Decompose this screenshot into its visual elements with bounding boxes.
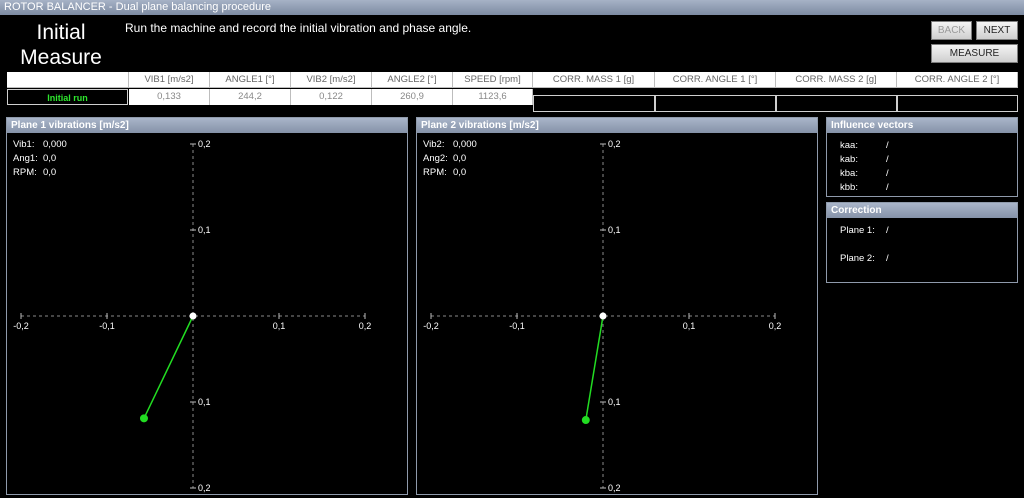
correction-row-plane2: Plane 2: / <box>840 253 889 264</box>
plane1-panel: Plane 1 vibrations [m/s2] -0,2 -0,1 0,1 0,2… <box>6 117 408 495</box>
plane1-vector-endpoint <box>139 414 148 423</box>
header-speed: SPEED [rpm] <box>453 72 533 88</box>
plane2-x-tick-label: 0,1 <box>683 321 696 331</box>
window-titlebar: ROTOR BALANCER - Dual plane balancing pr… <box>0 0 1024 15</box>
header-corr-angle2: CORR. ANGLE 2 [°] <box>897 72 1018 88</box>
plane1-readout-ang: Ang1: 0,0 <box>13 153 57 164</box>
plane1-title: Plane 1 vibrations [m/s2] <box>7 118 407 133</box>
step-title-line1: Initial <box>36 21 86 44</box>
correction-title: Correction <box>827 203 1017 218</box>
correction-panel: Correction Plane 1: / Plane 2: / <box>826 202 1018 283</box>
plane2-readout: Vib2: 0,000 Ang2: 0,0 RPM: 0,0 <box>423 138 477 180</box>
step-title-line2: Measure <box>20 46 102 69</box>
plane1-y-tick-label: 0,2 <box>198 139 211 149</box>
header-corr-mass2: CORR. MASS 2 [g] <box>776 72 897 88</box>
correction-row-plane1: Plane 1: / <box>840 225 889 236</box>
next-button[interactable]: NEXT <box>976 21 1018 40</box>
plane2-y-tick-label: 0,1 <box>608 225 621 235</box>
plane1-x-tick-label: 0,1 <box>273 321 286 331</box>
influence-panel: Influence vectors kaa: / kab: / kba: / kbb:… <box>826 117 1018 197</box>
plane1-x-tick-label: -0,1 <box>99 321 115 331</box>
row-label-initial-run: Initial run <box>7 89 128 105</box>
plane1-vibration-vector <box>143 315 194 419</box>
plane1-readout: Vib1: 0,000 Ang1: 0,0 RPM: 0,0 <box>13 138 67 180</box>
influence-row-kab: kab: / <box>840 154 889 165</box>
header-vib1: VIB1 [m/s2] <box>129 72 210 88</box>
measure-button[interactable]: MEASURE <box>931 44 1018 63</box>
plane2-polar-plot: -0,2 -0,1 0,1 0,2 0,2 0,1 0,1 0,2 <box>423 139 782 493</box>
plane1-x-tick-label: 0,2 <box>359 321 372 331</box>
plane2-readout-ang: Ang2: 0,0 <box>423 153 467 164</box>
step-title: Initial Measure <box>8 20 114 70</box>
cell-corr-angle2 <box>897 95 1018 112</box>
cell-corr-mass2 <box>776 95 897 112</box>
plane1-polar-plot: -0,2 -0,1 0,1 0,2 0,2 0,1 0,1 0,2 <box>13 139 372 493</box>
plane2-x-tick-label: -0,1 <box>509 321 525 331</box>
plane1-y-tick-label: 0,1 <box>198 225 211 235</box>
cell-corr-angle1 <box>655 95 776 112</box>
plane2-readout-rpm: RPM: 0,0 <box>423 167 467 178</box>
plane1-readout-rpm: RPM: 0,0 <box>13 167 57 178</box>
influence-row-kaa: kaa: / <box>840 140 889 151</box>
cell-angle2: 260,9 <box>372 89 453 105</box>
plane2-origin-point <box>599 312 607 320</box>
cell-corr-mass1 <box>533 95 655 112</box>
cell-angle1: 244,2 <box>210 89 291 105</box>
plane2-title: Plane 2 vibrations [m/s2] <box>417 118 817 133</box>
plane2-panel: Plane 2 vibrations [m/s2] -0,2 -0,1 0,1 0,2… <box>416 117 818 495</box>
plane1-readout-vib: Vib1: 0,000 <box>13 139 67 150</box>
instruction-text: Run the machine and record the initial v… <box>125 21 472 35</box>
plane1-y-tick-label: 0,1 <box>198 397 211 407</box>
influence-row-kba: kba: / <box>840 168 889 179</box>
plane2-readout-vib: Vib2: 0,000 <box>423 139 477 150</box>
plane2-x-tick-label: -0,2 <box>423 321 439 331</box>
plane2-y-tick-label: 0,2 <box>608 483 621 493</box>
plane2-x-tick-label: 0,2 <box>769 321 782 331</box>
table-corner <box>7 72 129 88</box>
cell-speed: 1123,6 <box>453 89 533 105</box>
plane1-x-tick-label: -0,2 <box>13 321 29 331</box>
window-title: ROTOR BALANCER - Dual plane balancing pr… <box>4 1 271 13</box>
plane2-y-tick-label: 0,2 <box>608 139 621 149</box>
back-button[interactable]: BACK <box>931 21 972 40</box>
header-vib2: VIB2 [m/s2] <box>291 72 372 88</box>
plane2-vector-endpoint <box>581 416 590 425</box>
header-corr-mass1: CORR. MASS 1 [g] <box>533 72 655 88</box>
plane2-vibration-vector <box>585 315 604 421</box>
header-corr-angle1: CORR. ANGLE 1 [°] <box>655 72 776 88</box>
influence-row-kbb: kbb: / <box>840 182 889 193</box>
plane1-y-tick-label: 0,2 <box>198 483 211 493</box>
influence-title: Influence vectors <box>827 118 1017 133</box>
header-angle1: ANGLE1 [°] <box>210 72 291 88</box>
header-angle2: ANGLE2 [°] <box>372 72 453 88</box>
plane2-y-tick-label: 0,1 <box>608 397 621 407</box>
cell-vib1: 0,133 <box>129 89 210 105</box>
plane1-origin-point <box>189 312 197 320</box>
cell-vib2: 0,122 <box>291 89 372 105</box>
